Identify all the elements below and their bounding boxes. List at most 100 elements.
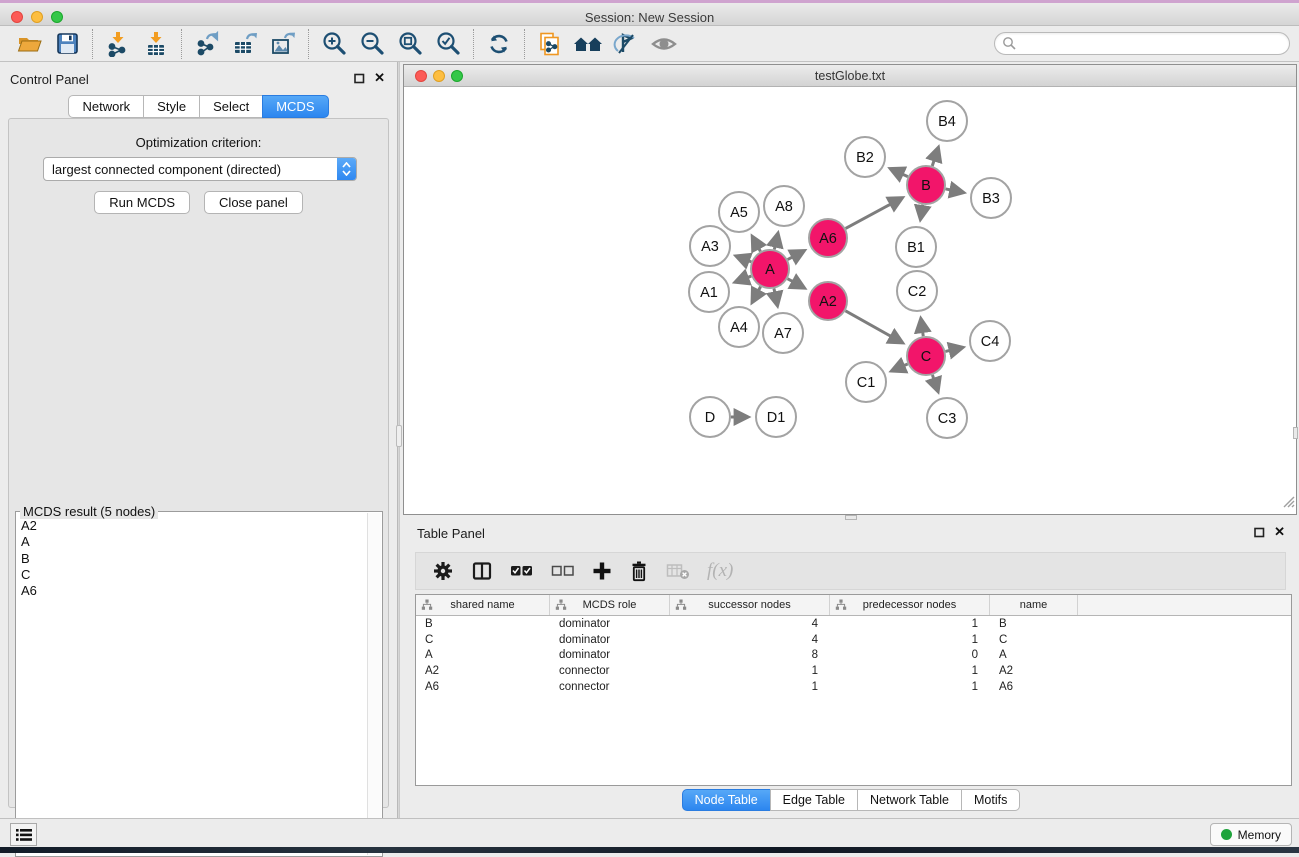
graph-node-C1[interactable]: C1 <box>846 362 886 402</box>
result-item[interactable]: A6 <box>21 583 366 599</box>
graph-edge-C-C4[interactable] <box>945 347 962 351</box>
table-row[interactable]: A2connector11A2 <box>416 663 1291 679</box>
table-cell[interactable]: A6 <box>416 681 550 693</box>
graph-node-A2[interactable]: A2 <box>809 282 847 320</box>
table-cell[interactable]: 4 <box>670 634 830 646</box>
tab-edge-table[interactable]: Edge Table <box>770 789 858 811</box>
graph-node-A[interactable]: A <box>751 250 789 288</box>
graph-node-A3[interactable]: A3 <box>690 226 730 266</box>
table-row[interactable]: Bdominator41B <box>416 616 1291 632</box>
table-row[interactable]: Cdominator41C <box>416 632 1291 648</box>
graph-edge-A2-C[interactable] <box>845 311 902 343</box>
table-cell[interactable]: C <box>990 634 1078 646</box>
run-mcds-button[interactable]: Run MCDS <box>94 191 190 214</box>
panel-divider-handle[interactable] <box>396 425 402 447</box>
export-network-icon[interactable] <box>188 28 226 60</box>
table-cell[interactable]: A <box>990 649 1078 661</box>
graph-edge-A-A4[interactable] <box>752 287 760 303</box>
graph-edge-B-B2[interactable] <box>890 169 907 177</box>
table-cell[interactable]: connector <box>550 665 670 677</box>
graph-edge-B-B1[interactable] <box>920 205 922 220</box>
resize-grip-icon[interactable] <box>1281 494 1295 513</box>
table-cell[interactable]: 1 <box>830 634 990 646</box>
table-cell[interactable]: C <box>416 634 550 646</box>
graph-edge-B-B3[interactable] <box>946 189 964 193</box>
table-cell[interactable]: A <box>416 649 550 661</box>
search-input[interactable] <box>1017 35 1289 53</box>
task-history-button[interactable] <box>10 823 37 846</box>
table-cell[interactable]: A2 <box>990 665 1078 677</box>
graph-node-A4[interactable]: A4 <box>719 307 759 347</box>
window-edge-handle[interactable] <box>1293 427 1298 439</box>
table-cell[interactable]: A2 <box>416 665 550 677</box>
zoom-fit-icon[interactable] <box>391 28 429 60</box>
table-cell[interactable]: dominator <box>550 634 670 646</box>
column-visibility-icon[interactable] <box>471 560 493 582</box>
graph-edge-C-C1[interactable] <box>892 364 908 371</box>
table-cell[interactable]: 1 <box>830 665 990 677</box>
column-header-predecessor-nodes[interactable]: predecessor nodes <box>830 595 990 615</box>
result-item[interactable]: A <box>21 534 366 550</box>
graph-edge-A-A8[interactable] <box>774 233 778 249</box>
column-header-MCDS-role[interactable]: MCDS role <box>550 595 670 615</box>
graph-node-B2[interactable]: B2 <box>845 137 885 177</box>
graph-node-B4[interactable]: B4 <box>927 101 967 141</box>
table-cell[interactable]: 1 <box>830 618 990 630</box>
open-icon[interactable] <box>10 28 48 60</box>
close-table-panel-icon[interactable]: ✕ <box>1274 526 1285 538</box>
table-cell[interactable]: 1 <box>830 681 990 693</box>
graph-node-B3[interactable]: B3 <box>971 178 1011 218</box>
result-item[interactable]: C <box>21 567 366 583</box>
table-cell[interactable]: dominator <box>550 618 670 630</box>
zoom-in-icon[interactable] <box>315 28 353 60</box>
zoom-selected-icon[interactable] <box>429 28 467 60</box>
graph-node-A1[interactable]: A1 <box>689 272 729 312</box>
result-item[interactable]: A2 <box>21 518 366 534</box>
column-header-successor-nodes[interactable]: successor nodes <box>670 595 830 615</box>
column-header-name[interactable]: name <box>990 595 1078 615</box>
hide-panel-icon[interactable] <box>607 28 645 60</box>
zoom-out-icon[interactable] <box>353 28 391 60</box>
show-panel-icon[interactable] <box>645 28 683 60</box>
graph-edge-C-C3[interactable] <box>932 375 938 392</box>
graph-edge-A6-B[interactable] <box>846 198 903 229</box>
delete-column-icon[interactable] <box>629 560 649 582</box>
graph-edge-A-A2[interactable] <box>788 279 805 288</box>
copy-network-icon[interactable] <box>531 28 569 60</box>
import-network-icon[interactable] <box>99 28 137 60</box>
graph-edge-B-B4[interactable] <box>932 148 938 166</box>
tab-motifs[interactable]: Motifs <box>961 789 1020 811</box>
graph-edge-A-A5[interactable] <box>752 237 760 252</box>
tab-mcds[interactable]: MCDS <box>262 95 328 118</box>
mcds-result-list[interactable]: A2ABCA6 <box>18 518 366 854</box>
graph-node-C4[interactable]: C4 <box>970 321 1010 361</box>
graph-node-A5[interactable]: A5 <box>719 192 759 232</box>
table-cell[interactable]: 1 <box>670 665 830 677</box>
export-table-icon[interactable] <box>226 28 264 60</box>
select-all-icon[interactable] <box>510 563 534 579</box>
graph-node-C[interactable]: C <box>907 337 945 375</box>
table-cell[interactable]: 1 <box>670 681 830 693</box>
graph-edge-A-A1[interactable] <box>735 276 751 282</box>
table-row[interactable]: A6connector11A6 <box>416 679 1291 695</box>
close-panel-button[interactable]: Close panel <box>204 191 303 214</box>
graph-edge-C-C2[interactable] <box>921 319 923 336</box>
network-canvas[interactable]: B4B2BB3B1A5A8A6A3AA1A2C2A4A7C4CC1C3DD1 <box>404 87 1296 514</box>
graph-edge-A-A7[interactable] <box>774 289 777 306</box>
deselect-all-icon[interactable] <box>551 563 575 579</box>
network-window-titlebar[interactable]: testGlobe.txt <box>404 65 1296 87</box>
add-column-icon[interactable] <box>592 561 612 581</box>
tab-style[interactable]: Style <box>143 95 200 118</box>
search-box[interactable] <box>994 32 1290 55</box>
tab-node-table[interactable]: Node Table <box>682 789 771 811</box>
table-cell[interactable]: A6 <box>990 681 1078 693</box>
table-cell[interactable]: dominator <box>550 649 670 661</box>
graph-node-A6[interactable]: A6 <box>809 219 847 257</box>
tab-select[interactable]: Select <box>199 95 263 118</box>
table-cell[interactable]: 0 <box>830 649 990 661</box>
graph-node-C2[interactable]: C2 <box>897 271 937 311</box>
refresh-icon[interactable] <box>480 28 518 60</box>
memory-button[interactable]: Memory <box>1210 823 1292 846</box>
table-row[interactable]: Adominator80A <box>416 648 1291 664</box>
float-table-panel-icon[interactable] <box>1254 527 1265 538</box>
